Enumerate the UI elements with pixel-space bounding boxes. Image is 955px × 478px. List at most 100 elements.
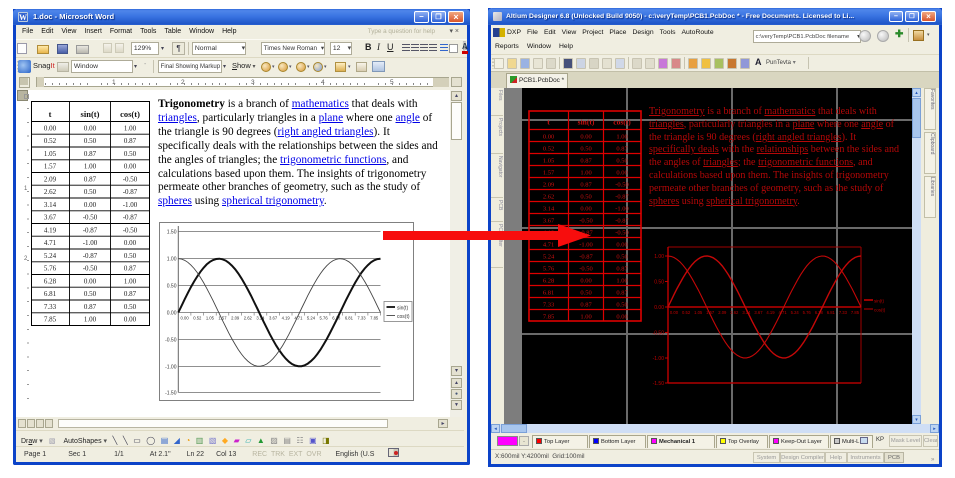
svg-text:-1.00: -1.00	[615, 205, 629, 212]
svg-text:0.50: 0.50	[616, 301, 627, 308]
svg-text:-1.00: -1.00	[165, 365, 177, 371]
svg-text:cos(t): cos(t)	[397, 314, 410, 320]
svg-text:-1.50: -1.50	[165, 391, 177, 397]
svg-text:-0.50: -0.50	[165, 338, 177, 344]
svg-text:-0.50: -0.50	[615, 181, 629, 188]
svg-text:0.87: 0.87	[84, 150, 97, 158]
svg-text:cos(t): cos(t)	[120, 109, 140, 119]
svg-text:2.09: 2.09	[543, 181, 554, 188]
svg-text:t: t	[49, 109, 52, 119]
svg-text:1.00: 1.00	[616, 277, 627, 284]
svg-text:-0.87: -0.87	[615, 193, 629, 200]
svg-text:3.14: 3.14	[543, 205, 555, 212]
svg-text:7.33: 7.33	[44, 303, 57, 311]
svg-text:0.87: 0.87	[84, 303, 97, 311]
svg-text:0.50: 0.50	[616, 157, 627, 164]
svg-text:5.24: 5.24	[44, 252, 57, 260]
svg-text:7.85: 7.85	[543, 313, 554, 320]
svg-text:1.00: 1.00	[84, 163, 97, 171]
svg-text:0.87: 0.87	[580, 301, 592, 308]
svg-text:6.81: 6.81	[827, 310, 836, 315]
svg-text:5.24: 5.24	[307, 316, 316, 321]
svg-text:-0.50: -0.50	[83, 214, 98, 222]
svg-text:5.76: 5.76	[543, 265, 555, 272]
svg-text:5.76: 5.76	[44, 265, 57, 273]
svg-text:0.52: 0.52	[44, 137, 57, 145]
svg-text:-0.50: -0.50	[123, 226, 138, 234]
svg-text:6.28: 6.28	[543, 277, 554, 284]
svg-text:1.00: 1.00	[84, 316, 97, 324]
svg-text:0.50: 0.50	[616, 253, 627, 260]
svg-text:sin(t): sin(t)	[578, 118, 595, 127]
svg-text:0.50: 0.50	[580, 289, 591, 296]
svg-text:0.87: 0.87	[124, 265, 137, 273]
svg-text:5.76: 5.76	[320, 316, 329, 321]
svg-text:6.81: 6.81	[543, 289, 554, 296]
svg-text:0.00: 0.00	[616, 313, 627, 320]
svg-text:-0.50: -0.50	[615, 229, 629, 236]
svg-text:1.00: 1.00	[167, 257, 177, 263]
svg-text:0.50: 0.50	[84, 188, 97, 196]
svg-text:4.19: 4.19	[282, 316, 291, 321]
svg-text:0.00: 0.00	[84, 201, 97, 209]
svg-text:1.05: 1.05	[206, 316, 215, 321]
svg-text:1.57: 1.57	[218, 316, 227, 321]
svg-text:4.71: 4.71	[294, 316, 303, 321]
svg-text:0.87: 0.87	[580, 157, 592, 164]
svg-text:1.00: 1.00	[124, 277, 137, 285]
svg-text:1.50: 1.50	[167, 230, 177, 236]
svg-text:0.87: 0.87	[616, 289, 628, 296]
svg-text:1.00: 1.00	[616, 133, 627, 140]
svg-text:1.57: 1.57	[44, 163, 57, 171]
svg-text:sin(t): sin(t)	[874, 299, 885, 304]
svg-text:3.14: 3.14	[44, 201, 57, 209]
svg-text:7.85: 7.85	[44, 316, 57, 324]
svg-text:4.71: 4.71	[44, 239, 57, 247]
svg-text:2.62: 2.62	[44, 188, 57, 196]
svg-text:0.87: 0.87	[616, 265, 628, 272]
svg-text:-0.87: -0.87	[83, 226, 98, 234]
svg-text:3.67: 3.67	[754, 310, 763, 315]
svg-text:0.00: 0.00	[580, 133, 591, 140]
svg-text:0.50: 0.50	[84, 137, 97, 145]
svg-text:1.00: 1.00	[124, 124, 137, 132]
svg-text:0.52: 0.52	[682, 310, 691, 315]
svg-text:7.33: 7.33	[839, 310, 848, 315]
svg-text:0.00: 0.00	[616, 241, 627, 248]
svg-text:0.50: 0.50	[124, 150, 137, 158]
svg-text:1.57: 1.57	[543, 169, 555, 176]
svg-text:1.00: 1.00	[580, 313, 591, 320]
svg-text:6.28: 6.28	[44, 277, 57, 285]
svg-text:0.00: 0.00	[580, 205, 591, 212]
svg-text:0.87: 0.87	[84, 175, 97, 183]
svg-text:0.00: 0.00	[670, 310, 679, 315]
svg-text:0.00: 0.00	[543, 133, 554, 140]
svg-text:2.62: 2.62	[543, 193, 554, 200]
svg-text:4.19: 4.19	[766, 310, 775, 315]
svg-text:2.62: 2.62	[244, 316, 253, 321]
svg-text:6.81: 6.81	[345, 316, 354, 321]
svg-text:0.00: 0.00	[124, 239, 137, 247]
svg-text:4.19: 4.19	[44, 226, 57, 234]
svg-text:-0.87: -0.87	[579, 253, 593, 260]
svg-text:7.85: 7.85	[370, 316, 379, 321]
svg-text:7.33: 7.33	[357, 316, 366, 321]
svg-text:3.67: 3.67	[269, 316, 278, 321]
svg-text:-0.50: -0.50	[579, 265, 593, 272]
svg-text:-0.87: -0.87	[123, 188, 138, 196]
svg-text:-1.00: -1.00	[653, 356, 665, 362]
svg-text:-1.50: -1.50	[653, 381, 665, 387]
svg-text:0.87: 0.87	[616, 145, 628, 152]
svg-text:cos(t): cos(t)	[613, 118, 631, 127]
svg-text:0.00: 0.00	[124, 163, 137, 171]
svg-text:0.00: 0.00	[580, 277, 591, 284]
svg-text:1.05: 1.05	[44, 150, 57, 158]
svg-text:7.85: 7.85	[851, 310, 860, 315]
svg-text:1.00: 1.00	[654, 254, 664, 260]
svg-text:0.00: 0.00	[181, 316, 190, 321]
svg-text:0.87: 0.87	[124, 137, 137, 145]
svg-text:cos(t): cos(t)	[874, 308, 886, 313]
svg-text:0.00: 0.00	[124, 316, 137, 324]
svg-text:3.67: 3.67	[44, 214, 57, 222]
svg-text:2.09: 2.09	[44, 175, 57, 183]
